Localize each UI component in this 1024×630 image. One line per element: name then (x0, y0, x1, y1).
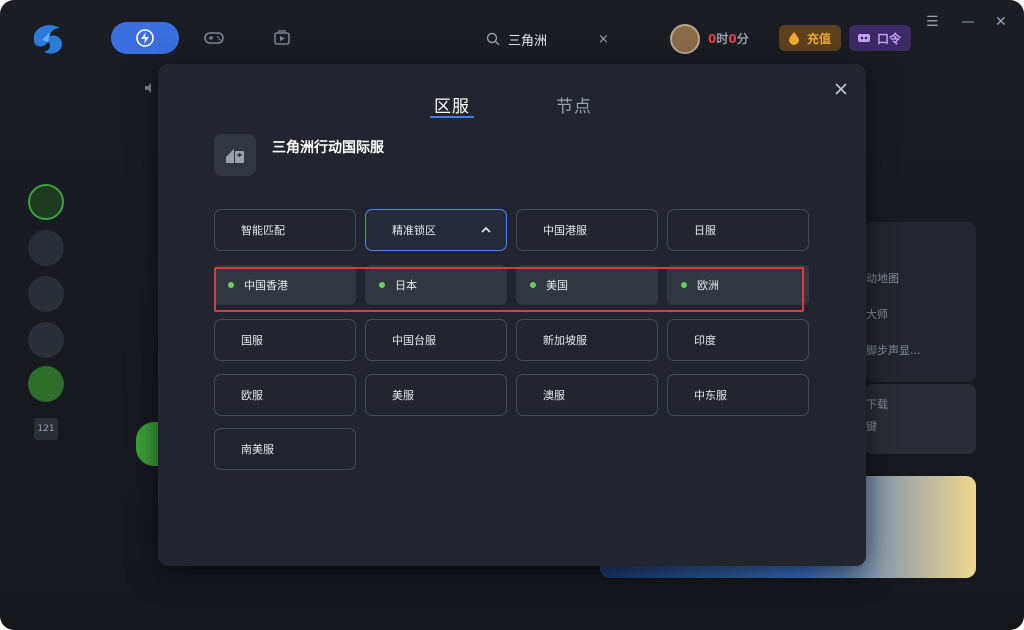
option-jp-server[interactable]: 日服 (667, 209, 809, 251)
option-label: 中国港服 (543, 224, 587, 237)
option-precise-lock[interactable]: 精准锁区 (365, 209, 507, 251)
speaker-icon (145, 83, 151, 93)
bg-text: 大师 (866, 308, 888, 321)
bg-card-download (864, 384, 976, 454)
option-smart-match[interactable]: 智能匹配 (214, 209, 356, 251)
option-label: 美服 (392, 389, 414, 402)
option-me-server[interactable]: 中东服 (667, 374, 809, 416)
bg-text: 动地图 (866, 272, 899, 285)
option-eu-server[interactable]: 欧服 (214, 374, 356, 416)
sidebar-game-4-icon[interactable] (28, 322, 64, 358)
highlight-box (214, 267, 804, 312)
option-us-server[interactable]: 美服 (365, 374, 507, 416)
bg-text: 键 (866, 420, 877, 433)
game-icon (214, 134, 256, 176)
option-label: 智能匹配 (241, 224, 285, 237)
option-label: 南美服 (241, 443, 274, 456)
tab-region[interactable]: 区服 (434, 92, 470, 117)
game-title: 三角洲行动国际服 (272, 140, 384, 156)
option-india[interactable]: 印度 (667, 319, 809, 361)
region-select-modal: 区服 节点 三角洲行动国际服 (158, 64, 866, 566)
option-tw-server[interactable]: 中国台服 (365, 319, 507, 361)
option-label: 国服 (241, 334, 263, 347)
modal-close-icon[interactable] (832, 80, 850, 98)
sidebar-game-delta-icon[interactable] (28, 184, 64, 220)
option-label: 欧服 (241, 389, 263, 402)
option-label: 印度 (694, 334, 716, 347)
chevron-up-icon (481, 226, 491, 233)
option-au-server[interactable]: 澳服 (516, 374, 658, 416)
option-label: 澳服 (543, 389, 565, 402)
tab-node[interactable]: 节点 (556, 92, 592, 117)
bg-text: 下载 (866, 398, 888, 411)
app-window: 三角洲 × 0时0分 充值 口令 ☰ — ✕ 121 动地图 大师 脚步声显..… (0, 0, 1024, 630)
option-label: 中国台服 (392, 334, 436, 347)
sidebar-game-2-icon[interactable] (28, 230, 64, 266)
sidebar-game-3-icon[interactable] (28, 276, 64, 312)
option-label: 中东服 (694, 389, 727, 402)
active-tab-indicator (430, 116, 474, 118)
bg-card-features (864, 222, 976, 382)
xbox-icon[interactable] (28, 366, 64, 402)
sidebar-badge[interactable]: 121 (34, 418, 58, 440)
option-sg-server[interactable]: 新加坡服 (516, 319, 658, 361)
option-label: 新加坡服 (543, 334, 587, 347)
option-hk-server[interactable]: 中国港服 (516, 209, 658, 251)
option-sa-server[interactable]: 南美服 (214, 428, 356, 470)
option-label: 精准锁区 (392, 224, 436, 237)
option-cn-server[interactable]: 国服 (214, 319, 356, 361)
option-label: 日服 (694, 224, 716, 237)
bg-text: 脚步声显... (866, 344, 921, 357)
